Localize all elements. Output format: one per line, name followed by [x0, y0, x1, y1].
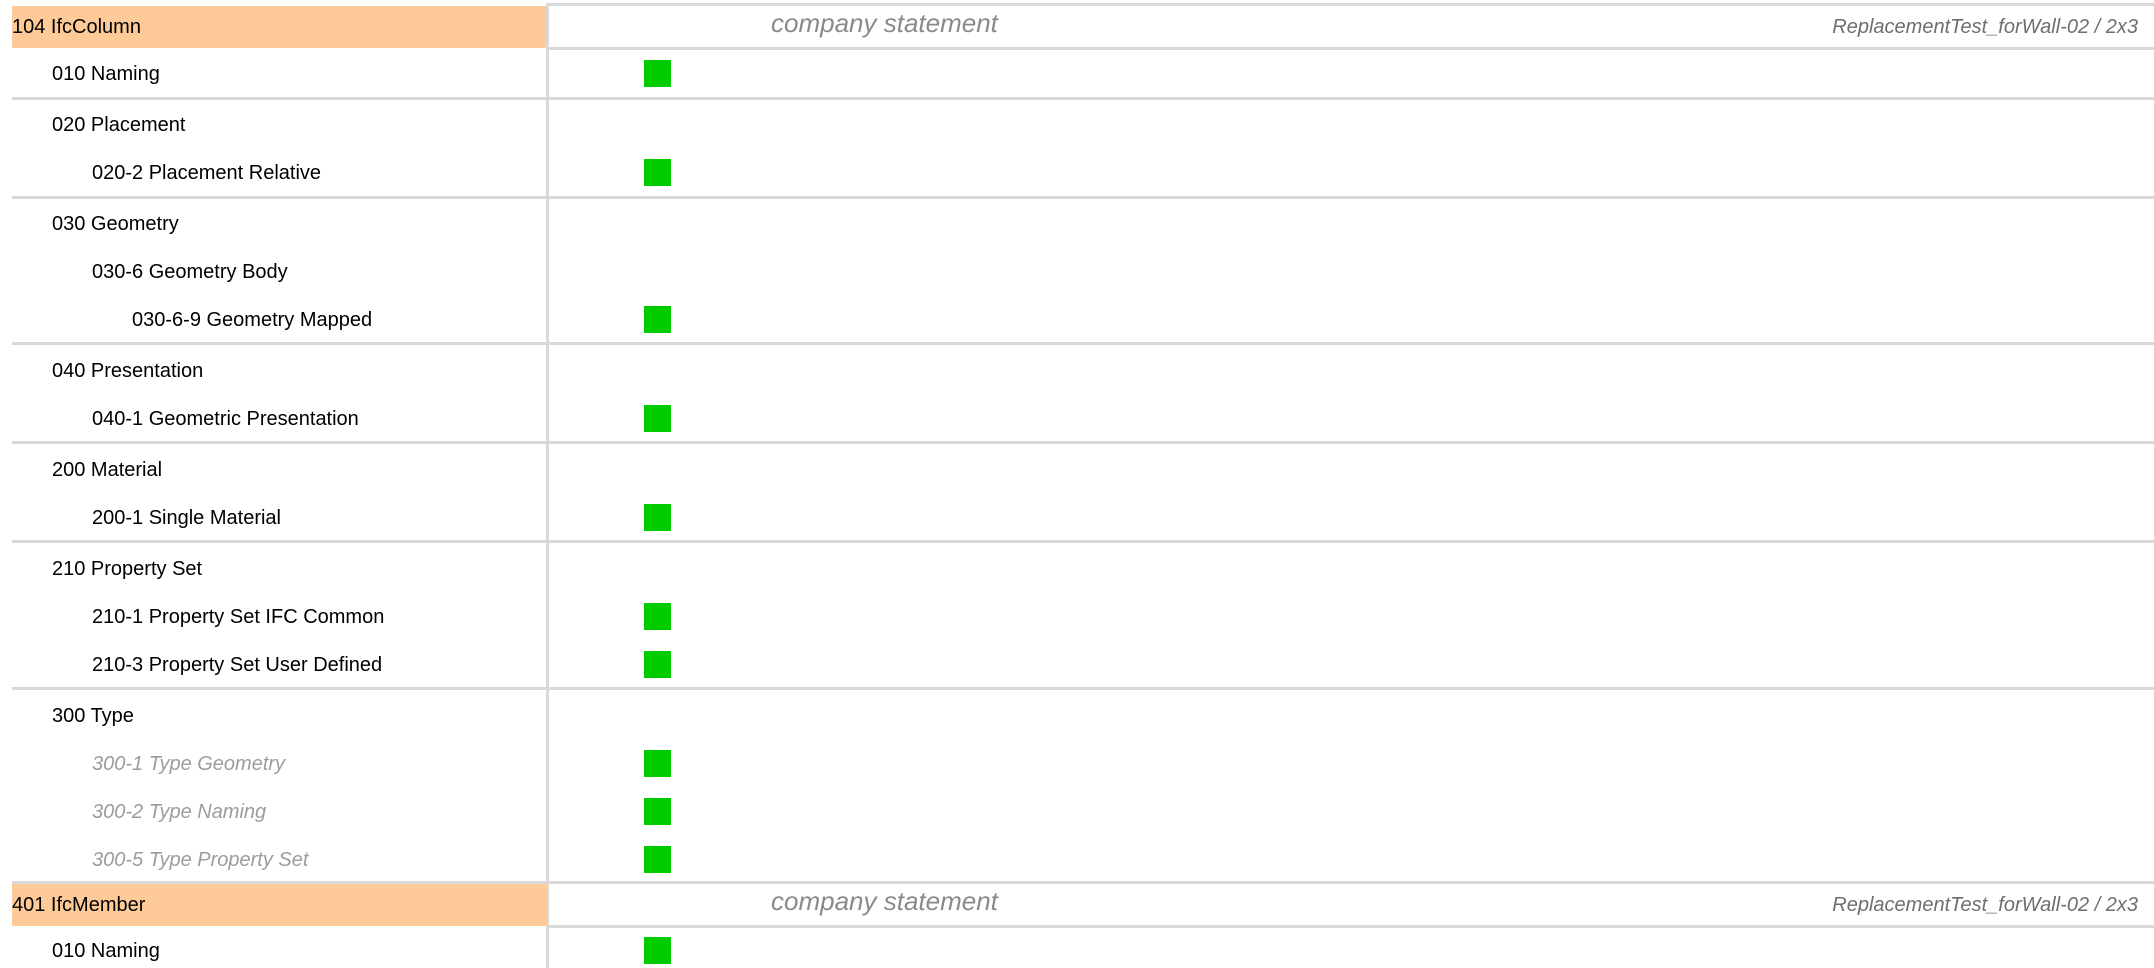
check-label: 030-6-9 Geometry Mapped: [132, 309, 373, 331]
test-report: 104 IfcColumn company statement Replacem…: [0, 0, 2154, 968]
status-passed-icon: [644, 603, 671, 630]
check-label: 010 Naming: [52, 63, 160, 85]
divider: [12, 97, 2154, 100]
check-label: 210-1 Property Set IFC Common: [92, 606, 385, 628]
check-label: 210 Property Set: [52, 558, 203, 580]
divider: [12, 196, 2154, 199]
column-divider: [546, 3, 549, 968]
divider: [12, 540, 2154, 543]
status-passed-icon: [644, 750, 671, 777]
check-label: 300 Type: [52, 705, 134, 727]
status-passed-icon: [644, 159, 671, 186]
divider: [12, 342, 2154, 345]
status-passed-icon: [644, 798, 671, 825]
check-label: 300-5 Type Property Set: [92, 849, 309, 871]
check-label: 030-6 Geometry Body: [92, 261, 288, 283]
section-title: 104 IfcColumn: [12, 15, 141, 38]
check-label: 030 Geometry: [52, 213, 179, 235]
status-passed-icon: [644, 937, 671, 964]
divider: [12, 687, 2154, 690]
check-label: 200 Material: [52, 459, 163, 481]
section-header-ifccolumn[interactable]: 104 IfcColumn company statement Replacem…: [0, 0, 2154, 50]
divider: [547, 3, 2154, 6]
divider: [12, 441, 2154, 444]
source-file-label: ReplacementTest_forWall-02 / 2x3: [1832, 894, 2138, 916]
source-file-label: ReplacementTest_forWall-02 / 2x3: [1832, 16, 2138, 38]
check-label: 010 Naming: [52, 940, 160, 962]
check-label: 300-2 Type Naming: [92, 801, 267, 823]
company-statement: company statement: [771, 886, 998, 916]
check-label: 040-1 Geometric Presentation: [92, 408, 359, 430]
check-label: 040 Presentation: [52, 360, 204, 382]
status-passed-icon: [644, 405, 671, 432]
company-statement: company statement: [771, 8, 998, 38]
check-label: 020-2 Placement Relative: [92, 162, 322, 184]
check-label: 210-3 Property Set User Defined: [92, 654, 383, 676]
check-label: 020 Placement: [52, 114, 186, 136]
status-passed-icon: [644, 60, 671, 87]
section-title-cell: 401 IfcMember: [12, 884, 547, 926]
section-title: 401 IfcMember: [12, 893, 146, 916]
check-label: 300-1 Type Geometry: [92, 753, 286, 775]
section-header-ifcmember[interactable]: 401 IfcMember company statement Replacem…: [0, 878, 2154, 928]
status-passed-icon: [644, 504, 671, 531]
section-title-cell: 104 IfcColumn: [12, 6, 547, 48]
status-passed-icon: [644, 846, 671, 873]
status-passed-icon: [644, 306, 671, 333]
check-label: 200-1 Single Material: [92, 507, 281, 529]
status-passed-icon: [644, 651, 671, 678]
divider: [547, 47, 2154, 50]
